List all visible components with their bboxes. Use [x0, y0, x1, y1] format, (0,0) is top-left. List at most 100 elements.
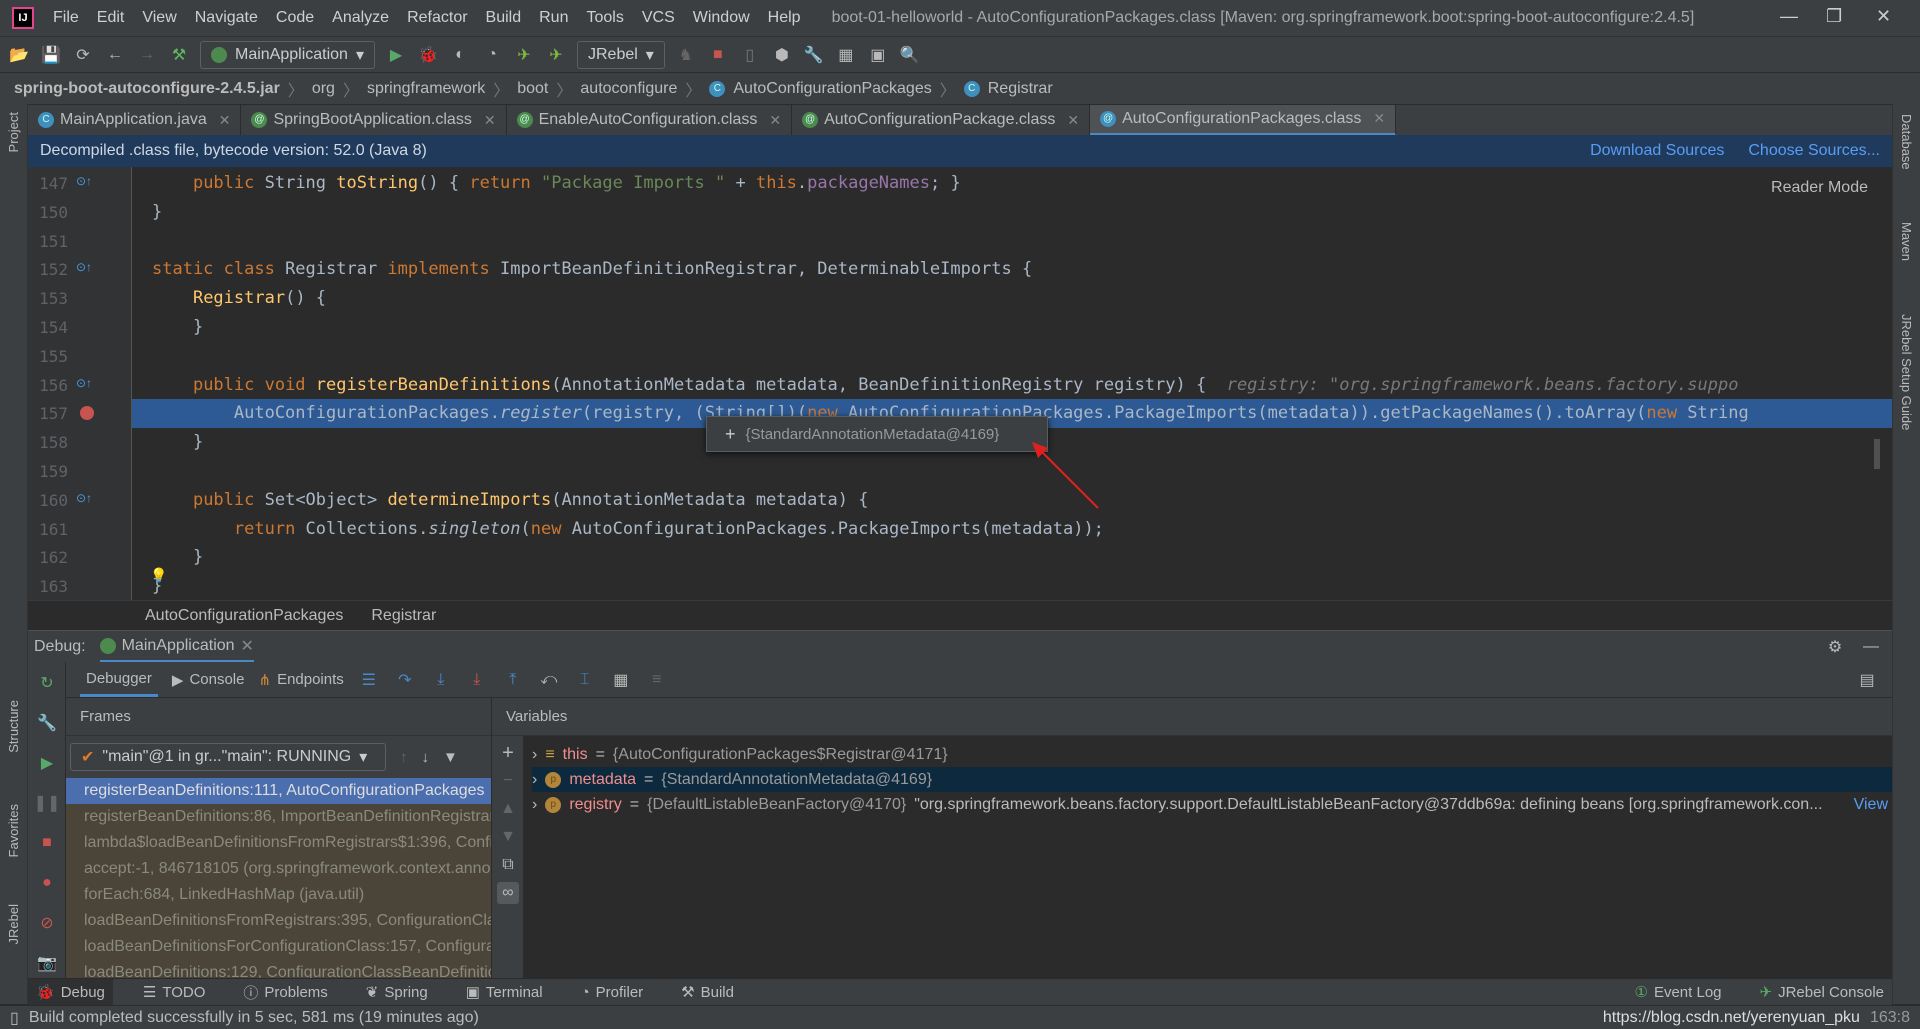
implements-marker-icon[interactable]: ⊙↑: [76, 260, 92, 274]
favorites-tool-button[interactable]: Favorites: [6, 804, 21, 857]
bottom-tab-build[interactable]: ⚒ Build: [673, 979, 742, 1006]
menu-run[interactable]: Run: [539, 9, 568, 27]
close-icon[interactable]: ✕: [1067, 112, 1079, 129]
variable-row[interactable]: › ≡ this = {AutoConfigurationPackages$Regist…: [532, 742, 1892, 767]
bottom-tab-debug[interactable]: 🐞 Debug: [28, 978, 113, 1006]
device-icon[interactable]: ▯: [739, 44, 761, 66]
camera-icon[interactable]: 📷: [36, 952, 58, 974]
tab-autoconfigurationpackages-class[interactable]: @ AutoConfigurationPackages.class ✕: [1090, 104, 1397, 136]
variable-row[interactable]: › p metadata = {StandardAnnotationMetadata@4…: [532, 767, 1892, 792]
filter-icon[interactable]: ▼: [443, 749, 458, 766]
value-tooltip[interactable]: + {StandardAnnotationMetadata@4169}: [706, 416, 1048, 452]
breadcrumb-item[interactable]: spring-boot-autoconfigure-2.4.5.jar: [14, 80, 280, 98]
move-up-icon[interactable]: ▲: [497, 798, 519, 820]
menu-tools[interactable]: Tools: [586, 9, 623, 27]
minimize-icon[interactable]: —: [1780, 6, 1798, 27]
breakpoint-icon[interactable]: [80, 406, 94, 421]
sync-icon[interactable]: ⟳: [72, 44, 94, 66]
close-icon[interactable]: ✕: [769, 112, 781, 129]
close-icon[interactable]: ✕: [241, 636, 254, 656]
download-sources-link[interactable]: Download Sources: [1590, 142, 1724, 160]
step-into-icon[interactable]: ⤓: [430, 669, 452, 691]
maximize-icon[interactable]: ❐: [1826, 6, 1842, 27]
jrebel-debug-icon[interactable]: ✈: [545, 44, 567, 66]
show-watches-icon[interactable]: ∞: [497, 882, 519, 904]
debug-session-tab[interactable]: MainApplication ✕: [99, 632, 254, 662]
breadcrumb-item[interactable]: autoconfigure: [580, 80, 677, 98]
coverage-icon[interactable]: ◐: [449, 44, 471, 66]
run-config-select[interactable]: MainApplication ▾: [200, 40, 375, 69]
tab-debugger[interactable]: Debugger: [80, 662, 158, 697]
close-icon[interactable]: ✕: [219, 112, 231, 129]
drop-frame-icon[interactable]: ⤺: [538, 669, 560, 691]
expand-chevron-icon[interactable]: ›: [532, 771, 537, 789]
crumb-class[interactable]: AutoConfigurationPackages: [145, 607, 343, 625]
wrench-icon[interactable]: 🔧: [36, 712, 58, 734]
tab-springbootapplication-class[interactable]: @ SpringBootApplication.class ✕: [241, 104, 507, 136]
stop-icon[interactable]: ■: [36, 832, 58, 854]
tab-endpoints[interactable]: ⋔ Endpoints: [258, 671, 343, 689]
intention-bulb-icon[interactable]: 💡: [150, 567, 167, 584]
jrebel-select[interactable]: JRebel ▾: [576, 40, 665, 69]
add-watch-icon[interactable]: +: [497, 742, 519, 764]
attach-icon[interactable]: ♞: [675, 44, 697, 66]
tab-enableautoconfiguration-class[interactable]: @ EnableAutoConfiguration.class ✕: [507, 104, 793, 136]
move-down-icon[interactable]: ▼: [497, 826, 519, 848]
database-tool-button[interactable]: Database: [1899, 114, 1914, 170]
expand-chevron-icon[interactable]: ›: [532, 746, 537, 764]
variable-row[interactable]: › p registry = {DefaultListableBeanFactory@4…: [532, 792, 1892, 817]
step-over-icon[interactable]: ↷: [394, 669, 416, 691]
menu-refactor[interactable]: Refactor: [407, 9, 467, 27]
evaluate-icon[interactable]: ▦: [610, 669, 632, 691]
implements-marker-icon[interactable]: ⊙↑: [76, 174, 92, 188]
maven-tool-button[interactable]: Maven: [1899, 222, 1914, 261]
hide-icon[interactable]: —: [1860, 636, 1882, 658]
bottom-tab-spring[interactable]: ❦ Spring: [358, 979, 436, 1006]
frame-item[interactable]: loadBeanDefinitionsForConfigurationClass…: [66, 934, 491, 960]
gear-icon[interactable]: ⚙: [1824, 636, 1846, 658]
close-icon[interactable]: ✕: [1876, 6, 1891, 27]
terminal-window-icon[interactable]: ▣: [867, 44, 889, 66]
remove-watch-icon[interactable]: −: [497, 770, 519, 792]
profile-icon[interactable]: ◔: [481, 44, 503, 66]
crumb-inner-class[interactable]: Registrar: [371, 607, 436, 625]
bottom-tab-profiler[interactable]: ◔ Profiler: [573, 979, 652, 1006]
breadcrumb-item[interactable]: boot: [517, 80, 548, 98]
reader-mode-button[interactable]: Reader Mode: [1771, 179, 1868, 197]
frame-item[interactable]: registerBeanDefinitions:111, AutoConfigu…: [66, 778, 491, 804]
breadcrumb-item[interactable]: springframework: [367, 80, 485, 98]
back-icon[interactable]: ←: [104, 44, 126, 66]
resume-icon[interactable]: ▶: [36, 752, 58, 774]
structure-tool-button[interactable]: Structure: [6, 700, 21, 753]
menu-vcs[interactable]: VCS: [642, 9, 675, 27]
frame-item[interactable]: forEach:684, LinkedHashMap (java.util): [66, 882, 491, 908]
trace-icon[interactable]: ≡: [646, 669, 668, 691]
editor-scrollbar[interactable]: [1874, 439, 1880, 469]
stop-icon[interactable]: ■: [707, 44, 729, 66]
layout-icon[interactable]: ▤: [1856, 669, 1878, 691]
frame-item[interactable]: loadBeanDefinitionsFromRegistrars:395, C…: [66, 908, 491, 934]
menu-analyze[interactable]: Analyze: [332, 9, 389, 27]
settings-wrench-icon[interactable]: 🔧: [803, 44, 825, 66]
view-breakpoints-icon[interactable]: ●: [36, 872, 58, 894]
tab-console[interactable]: ▶ Console: [172, 671, 245, 689]
caret-position[interactable]: 163:8: [1870, 1009, 1910, 1027]
copy-icon[interactable]: ⧉: [497, 854, 519, 876]
pause-icon[interactable]: ❚❚: [34, 792, 61, 814]
save-icon[interactable]: 💾: [40, 44, 62, 66]
breadcrumb-item[interactable]: Registrar: [988, 80, 1053, 98]
code-editor[interactable]: 147 ⊙↑ 150 151 152 ⊙↑ 153 154 155 156 ⊙↑ 157 158 159 1…: [28, 167, 1892, 600]
tab-mainapplication-java[interactable]: C MainApplication.java ✕: [28, 104, 242, 136]
implements-marker-icon[interactable]: ⊙↑: [76, 376, 92, 390]
force-step-into-icon[interactable]: ⤓: [466, 669, 488, 691]
breadcrumb-item[interactable]: org: [312, 80, 335, 98]
project-structure-icon[interactable]: ▦: [835, 44, 857, 66]
package-icon[interactable]: ⬢: [771, 44, 793, 66]
bottom-tab-problems[interactable]: ⓘ Problems: [235, 979, 335, 1006]
frame-item[interactable]: registerBeanDefinitions:86, ImportBeanDe…: [66, 804, 491, 830]
arrow-down-icon[interactable]: ↓: [422, 749, 430, 766]
event-log-button[interactable]: ① Event Log: [1627, 979, 1730, 1006]
mute-breakpoints-icon[interactable]: ⊘: [36, 912, 58, 934]
rerun-icon[interactable]: ↻: [36, 672, 58, 694]
menu-window[interactable]: Window: [693, 9, 750, 27]
